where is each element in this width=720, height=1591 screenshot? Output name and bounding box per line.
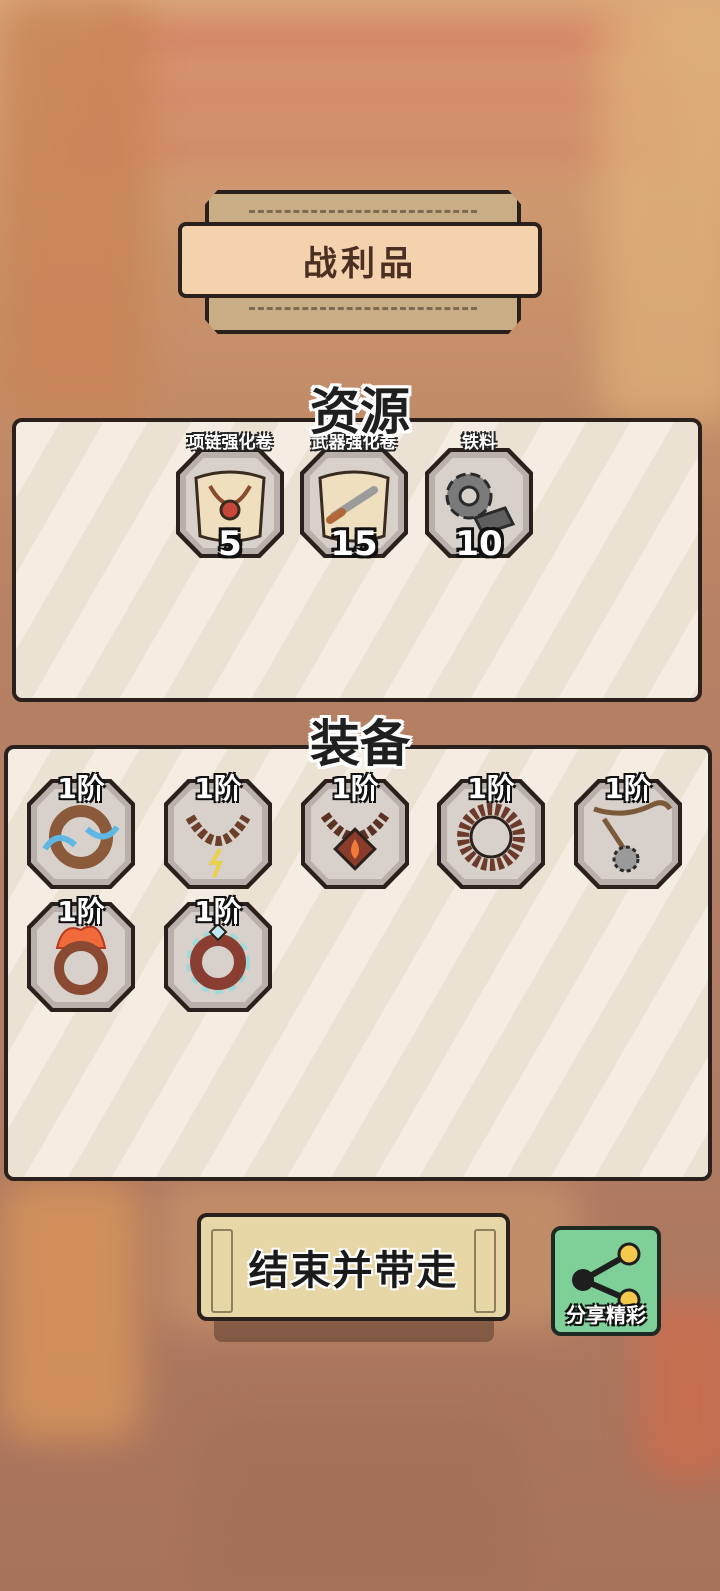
share-button[interactable]: 分享精彩 [551,1226,661,1336]
button-decoration [211,1229,233,1313]
resources-heading: 资源 [310,383,410,441]
resource-count: 10 [455,524,503,564]
equipment-slot[interactable]: 1阶 [301,772,409,889]
resource-count: 15 [330,524,378,564]
end-and-take-label: 结束并带走 [248,1248,459,1294]
resource-slot-weapon-scroll[interactable]: 武器强化卷 15 [300,433,408,564]
equipment-slot[interactable]: 1阶 [574,772,682,889]
equipment-tier: 1阶 [57,895,105,928]
equipment-slot[interactable]: 1阶 [27,772,135,889]
resource-count: 5 [218,524,242,564]
equipment-slot[interactable]: 1阶 [164,895,272,1012]
title-banner: 战利品 [178,222,542,298]
share-label: 分享精彩 [566,1303,646,1327]
equipment-tier: 1阶 [194,895,242,928]
equipment-slot[interactable]: 1阶 [437,772,545,889]
button-decoration [474,1229,496,1313]
page-title: 战利品 [303,243,417,284]
end-and-take-button[interactable]: 结束并带走 [197,1213,510,1321]
equipment-heading: 装备 [310,715,410,773]
resource-slot-necklace-scroll[interactable]: 项链强化卷 5 [176,433,284,564]
equipment-slot[interactable]: 1阶 [164,772,272,889]
resource-slot-iron[interactable]: 铁料 10 [425,433,533,564]
equipment-slot[interactable]: 1阶 [27,895,135,1012]
